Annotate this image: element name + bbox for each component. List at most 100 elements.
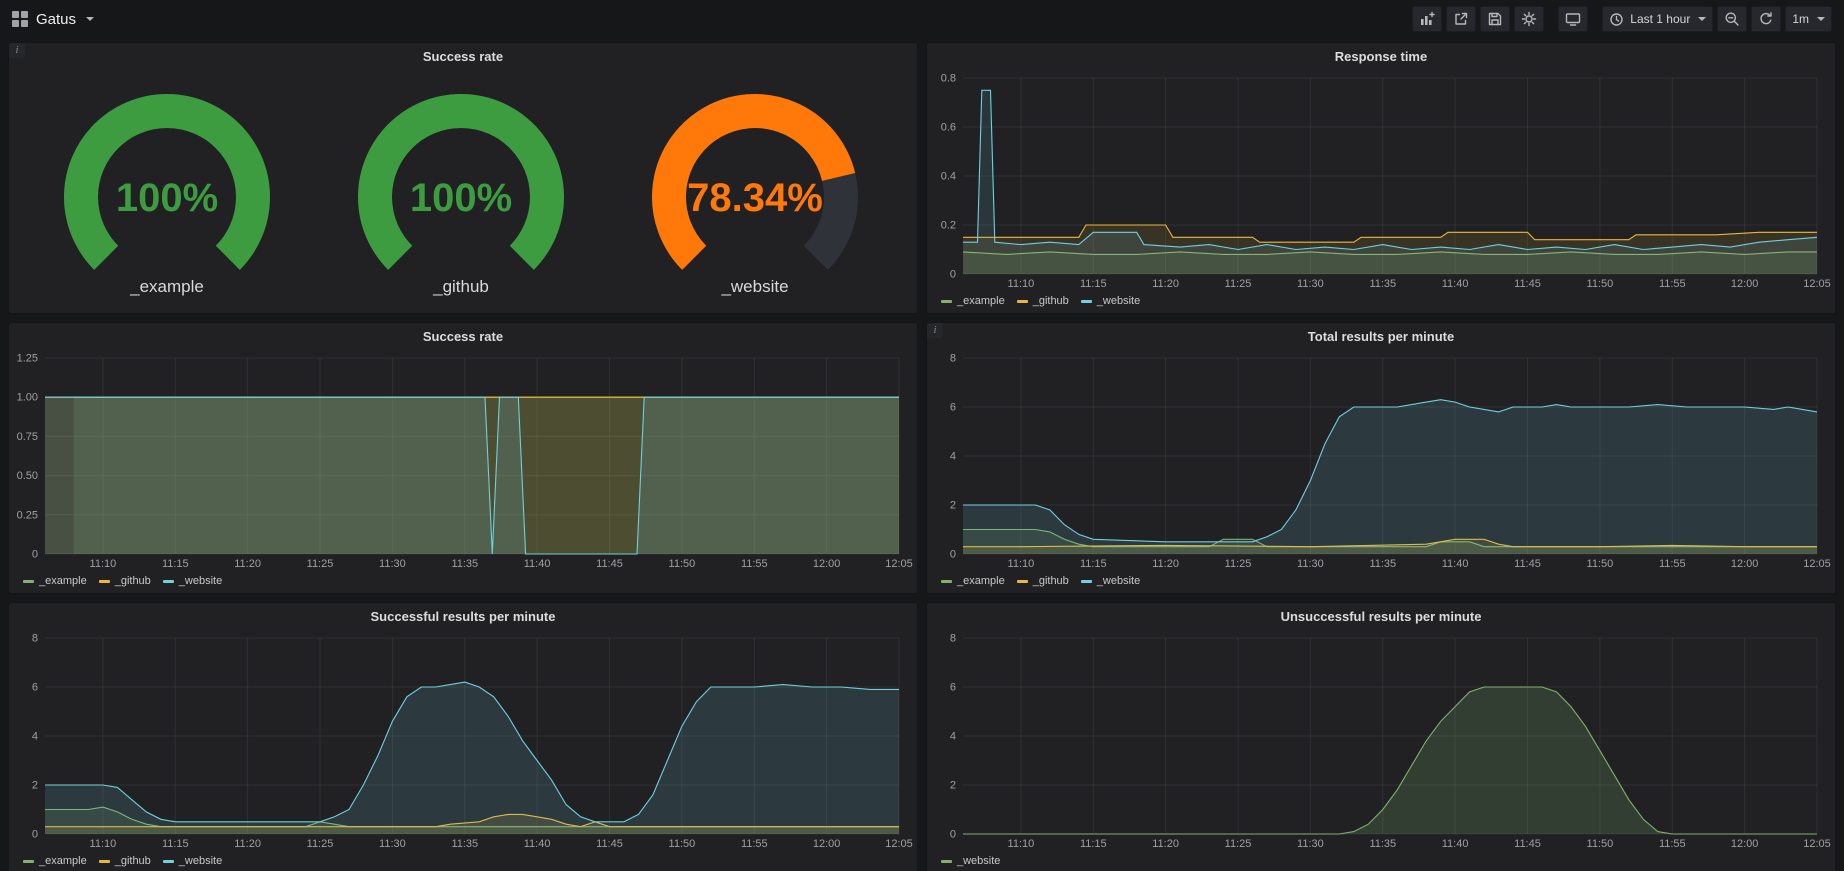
x-tick-label: 11:30 xyxy=(1297,558,1324,570)
legend-item-_website[interactable]: _website xyxy=(1081,295,1140,307)
total-results-chart[interactable]: 0246811:1011:1511:2011:2511:3011:3511:40… xyxy=(931,350,1827,571)
legend-swatch xyxy=(941,300,952,303)
legend-swatch xyxy=(99,860,110,863)
chart-plot[interactable]: 0246811:1011:1511:2011:2511:3011:3511:40… xyxy=(13,630,909,851)
legend-label: _example xyxy=(957,575,1005,587)
chart-legend: _example _github _website xyxy=(13,851,909,871)
legend-swatch xyxy=(163,860,174,863)
x-tick-label: 11:15 xyxy=(162,558,189,570)
y-tick-label: 2 xyxy=(950,780,956,792)
unsuccessful-results-chart[interactable]: 0246811:1011:1511:2011:2511:3011:3511:40… xyxy=(931,630,1827,851)
legend-swatch xyxy=(163,580,174,583)
chart-plot[interactable]: 00.20.40.60.811:1011:1511:2011:2511:3011… xyxy=(931,70,1827,291)
refresh-interval-picker[interactable]: 1m xyxy=(1785,6,1832,32)
y-tick-label: 6 xyxy=(950,402,956,414)
gauge-arc: 100% xyxy=(27,85,307,285)
save-dashboard-button[interactable] xyxy=(1480,6,1510,32)
x-tick-label: 11:20 xyxy=(1152,558,1179,570)
chevron-down-icon[interactable] xyxy=(86,17,94,21)
x-tick-label: 12:00 xyxy=(1731,278,1759,290)
y-tick-label: 0 xyxy=(950,829,956,841)
share-icon xyxy=(1453,11,1469,27)
response-time-chart[interactable]: 00.20.40.60.811:1011:1511:2011:2511:3011… xyxy=(931,70,1827,291)
panel-title[interactable]: Success rate xyxy=(9,43,917,70)
legend-label: _website xyxy=(1097,295,1140,307)
panel-success-rate-gauges: i Success rate 100%_example100%_github78… xyxy=(8,42,918,314)
chart-plot[interactable]: 00.250.500.751.001.2511:1011:1511:2011:2… xyxy=(13,350,909,571)
legend-label: _website xyxy=(179,855,222,867)
legend-label: _example xyxy=(39,855,87,867)
x-tick-label: 11:50 xyxy=(669,838,696,850)
legend-swatch xyxy=(1017,300,1028,303)
refresh-button[interactable] xyxy=(1751,6,1781,32)
legend-item-_example[interactable]: _example xyxy=(941,575,1005,587)
dashboard-grid: i Success rate 100%_example100%_github78… xyxy=(0,38,1844,871)
legend-item-_github[interactable]: _github xyxy=(1017,295,1069,307)
legend-label: _website xyxy=(179,575,222,587)
legend-item-_github[interactable]: _github xyxy=(99,575,151,587)
panel-title[interactable]: Success rate xyxy=(9,323,917,350)
x-tick-label: 11:55 xyxy=(1659,558,1686,570)
panel-title[interactable]: Successful results per minute xyxy=(9,603,917,630)
time-range-label: Last 1 hour xyxy=(1630,12,1690,26)
successful-results-chart[interactable]: 0246811:1011:1511:2011:2511:3011:3511:40… xyxy=(13,630,909,851)
x-tick-label: 11:30 xyxy=(1297,838,1324,850)
series-fill-_website xyxy=(45,682,899,834)
panel-info-icon[interactable]: i xyxy=(9,43,25,58)
legend-swatch xyxy=(941,580,952,583)
legend-item-_website[interactable]: _website xyxy=(941,855,1000,867)
x-tick-label: 12:05 xyxy=(1803,558,1831,570)
time-range-picker[interactable]: Last 1 hour xyxy=(1602,6,1713,32)
y-tick-label: 0.75 xyxy=(17,431,38,443)
x-tick-label: 11:35 xyxy=(451,558,478,570)
dashboard-settings-button[interactable] xyxy=(1514,6,1544,32)
y-tick-label: 0.4 xyxy=(941,171,956,183)
legend-item-_website[interactable]: _website xyxy=(163,855,222,867)
legend-label: _example xyxy=(957,295,1005,307)
chart-legend: _example _github _website xyxy=(931,291,1827,311)
apps-grid-icon[interactable] xyxy=(12,11,28,27)
clock-icon xyxy=(1609,12,1624,27)
x-tick-label: 11:45 xyxy=(596,558,623,570)
tv-mode-button[interactable] xyxy=(1558,6,1588,32)
x-tick-label: 11:15 xyxy=(1080,278,1107,290)
panel-title[interactable]: Unsuccessful results per minute xyxy=(927,603,1835,630)
legend-label: _website xyxy=(1097,575,1140,587)
legend-item-_example[interactable]: _example xyxy=(23,575,87,587)
gauge-value: 78.34% xyxy=(687,176,823,220)
x-tick-label: 12:00 xyxy=(813,558,841,570)
x-tick-label: 11:40 xyxy=(1442,278,1469,290)
success-rate-chart[interactable]: 00.250.500.751.001.2511:1011:1511:2011:2… xyxy=(13,350,909,571)
grid-square xyxy=(21,11,28,18)
legend-item-_github[interactable]: _github xyxy=(99,855,151,867)
x-tick-label: 11:30 xyxy=(1297,278,1324,290)
panel-info-icon[interactable]: i xyxy=(927,323,943,338)
gauge-row: 100%_example100%_github78.34%_website xyxy=(9,70,917,313)
legend-item-_example[interactable]: _example xyxy=(23,855,87,867)
share-dashboard-button[interactable] xyxy=(1446,6,1476,32)
x-tick-label: 11:35 xyxy=(1369,838,1396,850)
panel-title[interactable]: Total results per minute xyxy=(927,323,1835,350)
dashboard-title[interactable]: Gatus xyxy=(36,11,76,28)
x-tick-label: 11:40 xyxy=(524,558,551,570)
legend-item-_website[interactable]: _website xyxy=(163,575,222,587)
zoom-out-button[interactable] xyxy=(1717,6,1747,32)
x-tick-label: 11:45 xyxy=(1514,838,1541,850)
series-fill-_website xyxy=(45,397,899,554)
x-tick-label: 11:20 xyxy=(1152,278,1179,290)
panel-title[interactable]: Response time xyxy=(927,43,1835,70)
x-tick-label: 11:50 xyxy=(1587,558,1614,570)
gauge-title: _example xyxy=(130,277,204,297)
legend-item-_website[interactable]: _website xyxy=(1081,575,1140,587)
chevron-down-icon xyxy=(1817,17,1825,21)
x-tick-label: 11:30 xyxy=(379,558,406,570)
legend-label: _github xyxy=(115,855,151,867)
y-tick-label: 1.00 xyxy=(17,392,38,404)
legend-item-_github[interactable]: _github xyxy=(1017,575,1069,587)
chart-plot[interactable]: 0246811:1011:1511:2011:2511:3011:3511:40… xyxy=(931,350,1827,571)
add-panel-button[interactable] xyxy=(1412,6,1442,32)
series-fill-_website xyxy=(963,90,1817,274)
legend-item-_example[interactable]: _example xyxy=(941,295,1005,307)
chart-plot[interactable]: 0246811:1011:1511:2011:2511:3011:3511:40… xyxy=(931,630,1827,851)
legend-label: _website xyxy=(957,855,1000,867)
